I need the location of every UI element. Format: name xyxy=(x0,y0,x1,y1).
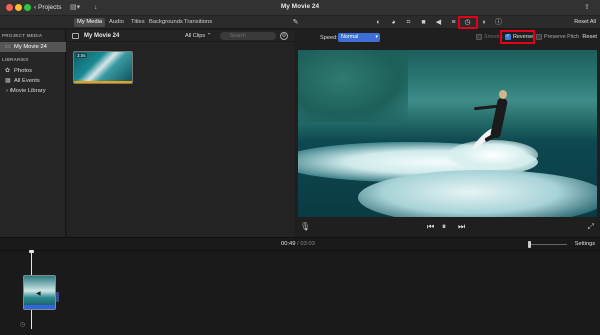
speed-label: Speed: xyxy=(320,35,338,41)
color-correction-icon[interactable]: ◕ xyxy=(388,17,399,28)
film-icon: ▭ xyxy=(5,44,11,50)
speed-indicator-icon: ◷ xyxy=(20,322,26,328)
browser-header: My Movie 24 All Clips ⌃ ⌕ ⚙ xyxy=(67,30,295,42)
reverse-label: Reverse xyxy=(513,34,534,40)
sidebar-item-all-events[interactable]: ▦ All Events xyxy=(0,76,66,86)
magic-wand-icon[interactable]: ✎ xyxy=(290,17,301,28)
speed-select[interactable]: Normal ▾ xyxy=(338,33,380,42)
viewer: Speed: Normal ▾ Smooth ✓ Reverse Preserv… xyxy=(296,30,600,237)
disclosure-chevron-icon: › xyxy=(6,88,8,94)
sidebar-item-photos[interactable]: ✿ Photos xyxy=(0,66,66,76)
pause-icon[interactable]: ⏸ xyxy=(442,222,446,232)
timeline-clip[interactable]: ◀ xyxy=(23,275,56,310)
audio-waveform-bar xyxy=(24,305,55,309)
photos-icon: ✿ xyxy=(5,68,11,74)
tab-backgrounds[interactable]: Backgrounds xyxy=(146,18,186,27)
reverse-checkbox[interactable]: ✓ xyxy=(505,34,511,40)
sidebar-item-my-movie[interactable]: ▭ My Movie 24 xyxy=(0,42,66,52)
tab-audio[interactable]: Audio xyxy=(106,18,127,27)
video-preview[interactable] xyxy=(298,50,597,217)
video-rock-area xyxy=(298,50,408,122)
stabilization-icon[interactable]: ■ xyxy=(418,17,429,28)
crop-icon[interactable]: ⌗ xyxy=(403,17,414,28)
zoom-slider-track[interactable] xyxy=(529,244,567,245)
browser-title: My Movie 24 xyxy=(84,33,120,39)
timeline-header: 00:49 / 03:03 Settings xyxy=(0,238,600,251)
smooth-checkbox[interactable] xyxy=(476,34,482,40)
speed-highlight-box xyxy=(458,16,478,29)
clip-trim-handle[interactable] xyxy=(56,292,59,302)
current-time: 00:49 xyxy=(281,241,296,247)
tab-my-media[interactable]: My Media xyxy=(74,18,106,27)
skip-forward-icon[interactable]: ⏭ xyxy=(458,222,465,232)
surfer-head-shape xyxy=(499,90,507,99)
gear-icon[interactable]: ⚙ xyxy=(280,32,288,40)
color-balance-icon[interactable]: ◐ xyxy=(373,17,384,28)
title-bar: ‹ Projects ▤▾ ↓ My Movie 24 ⇧ xyxy=(0,0,600,16)
microphone-icon[interactable]: 🎙 xyxy=(300,222,310,231)
chevron-down-icon: ▾ xyxy=(375,34,378,40)
zoom-slider-knob[interactable] xyxy=(528,241,531,248)
total-time: 03:03 xyxy=(300,241,315,247)
video-wave xyxy=(358,170,597,217)
media-browser: My Movie 24 All Clips ⌃ ⌕ ⚙ 3.0s xyxy=(67,30,295,237)
timecode: 00:49 / 03:03 xyxy=(281,241,315,247)
clip-thumbnail[interactable]: 3.0s xyxy=(73,51,133,84)
clips-filter-dropdown[interactable]: All Clips ⌃ xyxy=(185,33,211,39)
updown-chevron-icon: ⌃ xyxy=(206,33,212,39)
project-media-header: PROJECT MEDIA xyxy=(2,33,43,38)
fullscreen-icon[interactable]: ⤢ xyxy=(588,222,594,232)
skip-back-icon[interactable]: ⏮ xyxy=(427,222,434,232)
tab-titles[interactable]: Titles xyxy=(128,18,148,27)
search-input[interactable] xyxy=(220,32,276,40)
libraries-header: LIBRARIES xyxy=(2,57,29,62)
clip-duration: 3.0s xyxy=(76,53,87,58)
timeline: 00:49 / 03:03 Settings ◀ ◷ xyxy=(0,237,600,335)
reset-all-button[interactable]: Reset All xyxy=(574,19,596,25)
tab-transitions[interactable]: Transitions xyxy=(181,18,215,27)
sidebar-toggle-icon[interactable] xyxy=(72,33,79,39)
volume-icon[interactable]: ◀ xyxy=(433,17,444,28)
sidebar-item-imovie-library[interactable]: › iMovie Library xyxy=(0,86,66,96)
video-foam xyxy=(448,140,538,170)
reset-button[interactable]: Reset xyxy=(582,34,597,40)
share-icon[interactable]: ⇧ xyxy=(584,3,590,13)
events-icon: ▦ xyxy=(5,78,11,84)
window-title: My Movie 24 xyxy=(280,3,320,10)
clip-filter-icon[interactable]: ◑ xyxy=(478,17,489,28)
clip-used-bar xyxy=(74,81,132,83)
reverse-arrow-icon: ◀ xyxy=(36,291,41,297)
timeline-settings-button[interactable]: Settings xyxy=(575,241,595,247)
toolbar-row: My Media Audio Titles Backgrounds Transi… xyxy=(0,16,600,29)
time-separator: / xyxy=(297,241,299,247)
preserve-pitch-checkbox[interactable] xyxy=(536,34,542,40)
info-icon[interactable]: ⓘ xyxy=(493,17,504,28)
surfer-arm-shape xyxy=(473,104,499,111)
sidebar: PROJECT MEDIA ▭ My Movie 24 LIBRARIES ✿ … xyxy=(0,30,66,237)
preserve-pitch-label: Preserve Pitch xyxy=(544,34,580,40)
